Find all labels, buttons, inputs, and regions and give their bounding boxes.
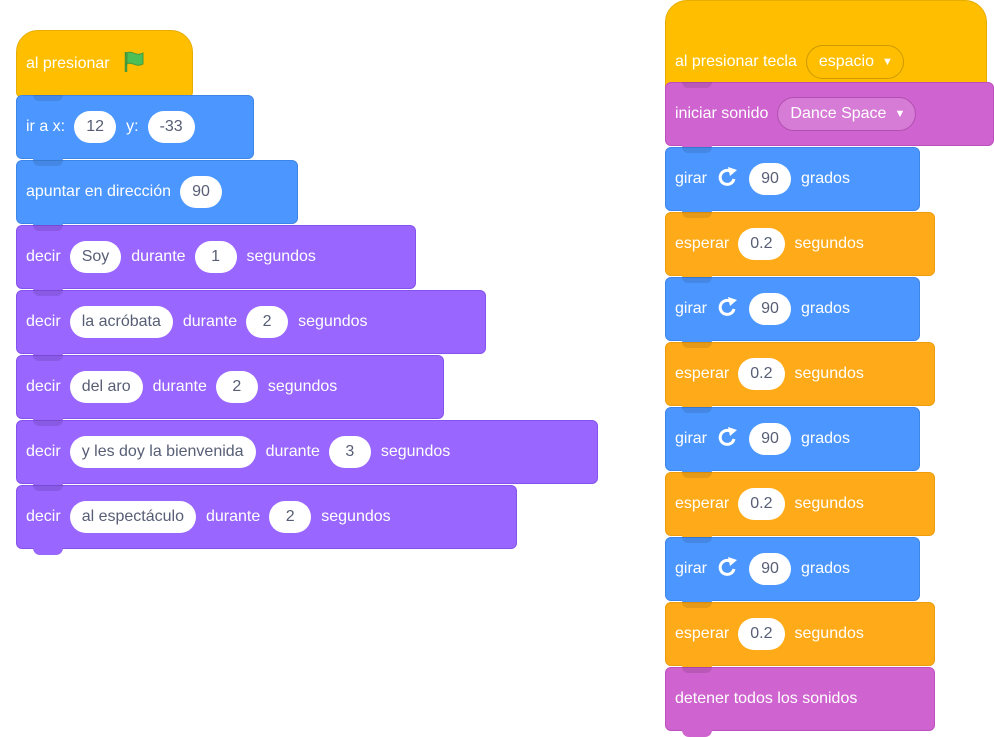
when-key-pressed-block[interactable]: al presionar tecla espacio ▼ xyxy=(665,0,987,100)
block-label: esperar xyxy=(675,625,730,642)
block-label: grados xyxy=(801,560,850,577)
degrees-input[interactable]: 90 xyxy=(749,293,792,325)
block-label: durante xyxy=(182,313,238,330)
say-for-secs-block[interactable]: decir la acróbata durante 2 segundos xyxy=(16,290,486,360)
seconds-input[interactable]: 3 xyxy=(328,436,371,468)
block-label: iniciar sonido xyxy=(675,105,769,122)
chevron-down-icon: ▼ xyxy=(882,56,893,68)
say-for-secs-block[interactable]: decir Soy durante 1 segundos xyxy=(16,225,416,295)
seconds-input[interactable]: 2 xyxy=(269,501,312,533)
message-input[interactable]: al espectáculo xyxy=(69,501,196,533)
block-label: segundos xyxy=(298,313,368,330)
block-label: segundos xyxy=(267,378,338,395)
block-label: grados xyxy=(801,430,850,447)
block-label: ir a x: xyxy=(26,118,66,135)
direction-input[interactable]: 90 xyxy=(179,176,222,208)
block-label: segundos xyxy=(794,495,864,512)
wait-block[interactable]: esperar 0.2 segundos xyxy=(665,342,935,412)
block-label: durante xyxy=(131,248,186,265)
y-input[interactable]: -33 xyxy=(147,111,195,143)
block-label: al presionar tecla xyxy=(675,53,797,70)
block-label: esperar xyxy=(675,495,730,512)
turn-right-block[interactable]: girar 90 grados xyxy=(665,277,920,347)
message-input[interactable]: y les doy la bienvenida xyxy=(69,436,256,468)
block-label: apuntar en dirección xyxy=(26,183,171,200)
sound-dropdown-value: Dance Space xyxy=(790,105,887,122)
block-label: segundos xyxy=(794,365,864,382)
say-for-secs-block[interactable]: decir y les doy la bienvenida durante 3 … xyxy=(16,420,598,490)
message-input[interactable]: Soy xyxy=(69,241,122,273)
seconds-input[interactable]: 0.2 xyxy=(738,488,785,520)
block-label: segundos xyxy=(794,625,864,642)
say-for-secs-block[interactable]: decir del aro durante 2 segundos xyxy=(16,355,444,425)
block-label: segundos xyxy=(794,235,864,252)
wait-block[interactable]: esperar 0.2 segundos xyxy=(665,472,935,542)
key-dropdown[interactable]: espacio ▼ xyxy=(805,45,904,79)
message-input[interactable]: la acróbata xyxy=(69,306,173,338)
block-label: segundos xyxy=(246,248,316,265)
rotate-clockwise-icon xyxy=(718,296,740,322)
stop-all-sounds-block[interactable]: detener todos los sonidos xyxy=(665,667,935,737)
block-label: girar xyxy=(675,300,708,317)
block-label: al presionar xyxy=(26,55,110,72)
block-label: decir xyxy=(26,313,61,330)
block-label: esperar xyxy=(675,365,730,382)
block-label: segundos xyxy=(321,508,391,525)
degrees-input[interactable]: 90 xyxy=(749,163,792,195)
block-label: detener todos los sonidos xyxy=(675,690,858,707)
turn-right-block[interactable]: girar 90 grados xyxy=(665,407,920,477)
say-for-secs-block[interactable]: decir al espectáculo durante 2 segundos xyxy=(16,485,517,555)
turn-right-block[interactable]: girar 90 grados xyxy=(665,537,920,607)
seconds-input[interactable]: 2 xyxy=(215,371,258,403)
wait-block[interactable]: esperar 0.2 segundos xyxy=(665,602,935,672)
block-label: durante xyxy=(205,508,261,525)
block-label: decir xyxy=(26,443,61,460)
block-label: segundos xyxy=(380,443,451,460)
key-dropdown-value: espacio xyxy=(818,53,874,70)
block-label: esperar xyxy=(675,235,730,252)
degrees-input[interactable]: 90 xyxy=(749,423,792,455)
degrees-input[interactable]: 90 xyxy=(749,553,792,585)
block-label: decir xyxy=(26,508,61,525)
block-label: y: xyxy=(126,118,139,135)
chevron-down-icon: ▼ xyxy=(894,108,906,120)
sound-dropdown[interactable]: Dance Space ▼ xyxy=(777,97,917,131)
seconds-input[interactable]: 2 xyxy=(246,306,289,338)
seconds-input[interactable]: 0.2 xyxy=(738,358,785,390)
block-label: durante xyxy=(152,378,207,395)
rotate-clockwise-icon xyxy=(718,556,740,582)
wait-block[interactable]: esperar 0.2 segundos xyxy=(665,212,935,282)
block-label: grados xyxy=(801,170,850,187)
seconds-input[interactable]: 1 xyxy=(194,241,237,273)
block-label: decir xyxy=(26,248,61,265)
start-sound-block[interactable]: iniciar sonido Dance Space ▼ xyxy=(665,82,994,152)
go-to-xy-block[interactable]: ir a x: 12 y: -33 xyxy=(16,95,254,165)
when-flag-clicked-block[interactable]: al presionar xyxy=(16,30,193,104)
seconds-input[interactable]: 0.2 xyxy=(738,618,785,650)
rotate-clockwise-icon xyxy=(718,166,740,192)
message-input[interactable]: del aro xyxy=(69,371,143,403)
seconds-input[interactable]: 0.2 xyxy=(738,228,785,260)
point-in-direction-block[interactable]: apuntar en dirección 90 xyxy=(16,160,298,230)
block-label: girar xyxy=(675,430,708,447)
x-input[interactable]: 12 xyxy=(74,111,117,143)
block-label: durante xyxy=(265,443,320,460)
block-label: decir xyxy=(26,378,61,395)
green-flag-icon xyxy=(123,51,147,78)
block-label: girar xyxy=(675,560,708,577)
rotate-clockwise-icon xyxy=(718,426,740,452)
block-label: girar xyxy=(675,170,708,187)
turn-right-block[interactable]: girar 90 grados xyxy=(665,147,920,217)
block-label: grados xyxy=(801,300,850,317)
